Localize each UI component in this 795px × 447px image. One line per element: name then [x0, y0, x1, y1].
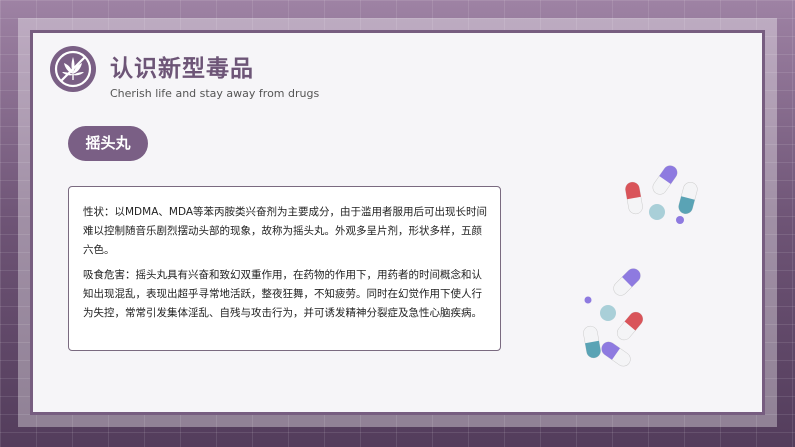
pills-capsules-icon [570, 150, 720, 379]
cannabis-leaf-icon [50, 46, 96, 92]
description-paragraph-harm: 吸食危害：摇头丸具有兴奋和致幻双重作用，在药物的作用下，用药者的时间概念和认知出… [83, 269, 482, 319]
topic-tag: 摇头丸 [68, 126, 148, 161]
description-card: 性状：以MDMA、MDA等苯丙胺类兴奋剂为主要成分，由于滥用者服用后可出现长时间… [68, 186, 501, 351]
description-paragraph-properties: 性状：以MDMA、MDA等苯丙胺类兴奋剂为主要成分，由于滥用者服用后可出现长时间… [83, 206, 488, 256]
page-title: 认识新型毒品 [110, 56, 254, 82]
page-subtitle: Cherish life and stay away from drugs [110, 87, 320, 100]
